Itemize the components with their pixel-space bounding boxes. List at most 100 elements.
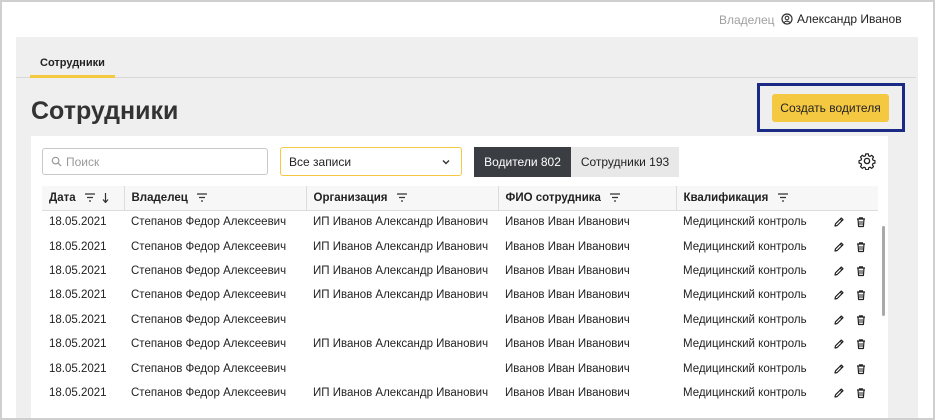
filter-icon[interactable]: [396, 193, 407, 202]
user-menu[interactable]: Александр Иванов: [781, 12, 902, 26]
row-actions: Медицинский контроль: [683, 314, 871, 326]
segment-drivers[interactable]: Водители 802: [474, 147, 571, 177]
cell-qualification: Медицинский контроль: [683, 313, 807, 326]
filter-icon[interactable]: [84, 193, 95, 202]
sort-arrow-icon[interactable]: [102, 192, 109, 203]
cell-date: 18.05.2021: [49, 362, 107, 375]
records-select-value: Все записи: [289, 154, 352, 169]
tab-employees[interactable]: Сотрудники: [30, 53, 115, 78]
cell-employee-name: Иванов Иван Иванович: [505, 216, 630, 229]
cell-employee-name: Иванов Иван Иванович: [505, 313, 630, 326]
cell-organization: ИП Иванов Александр Иванович: [313, 240, 489, 253]
pencil-icon[interactable]: [833, 338, 845, 350]
trash-icon[interactable]: [855, 387, 867, 399]
cell-qualification: Медицинский контроль: [683, 386, 807, 399]
segment-employees[interactable]: Сотрудники 193: [571, 147, 679, 177]
cell-date: 18.05.2021: [49, 216, 107, 229]
table-row[interactable]: 18.05.2021 Степанов Федор Алексеевич ИП …: [42, 332, 878, 356]
column-header-owner[interactable]: Владелец: [124, 186, 307, 211]
pencil-icon[interactable]: [833, 363, 845, 375]
pencil-icon[interactable]: [833, 314, 845, 326]
cell-employee-name: Иванов Иван Иванович: [505, 289, 630, 302]
column-header-organization[interactable]: Организация: [306, 186, 499, 211]
row-actions: Медицинский контроль: [683, 289, 871, 301]
cell-date: 18.05.2021: [49, 240, 107, 253]
cell-owner: Степанов Федор Алексеевич: [131, 362, 287, 375]
cell-qualification: Медицинский контроль: [683, 289, 807, 302]
table-row[interactable]: 18.05.2021 Степанов Федор Алексеевич ИП …: [42, 283, 878, 307]
column-header-date[interactable]: Дата: [42, 186, 125, 211]
table-row[interactable]: 18.05.2021 Степанов Федор Алексеевич Ива…: [42, 308, 878, 332]
create-driver-button[interactable]: Создать водителя: [772, 94, 889, 122]
table-row[interactable]: 18.05.2021 Степанов Федор Алексеевич Ива…: [42, 356, 878, 380]
trash-icon[interactable]: [855, 338, 867, 350]
records-select[interactable]: Все записи: [280, 147, 462, 176]
role-label[interactable]: Владелец: [719, 13, 775, 27]
cell-owner: Степанов Федор Алексеевич: [131, 240, 287, 253]
pencil-icon[interactable]: [833, 265, 845, 277]
cell-qualification: Медицинский контроль: [683, 216, 807, 229]
table-row[interactable]: 18.05.2021 Степанов Федор Алексеевич ИП …: [42, 381, 878, 405]
trash-icon[interactable]: [855, 314, 867, 326]
cell-organization: ИП Иванов Александр Иванович: [313, 386, 489, 399]
column-header-employee-name[interactable]: ФИО сотрудника: [498, 186, 677, 211]
table-row[interactable]: 18.05.2021 Степанов Федор Алексеевич ИП …: [42, 234, 878, 258]
search-box[interactable]: [42, 148, 268, 175]
cell-owner: Степанов Федор Алексеевич: [131, 386, 287, 399]
cell-employee-name: Иванов Иван Иванович: [505, 240, 630, 253]
page-title: Сотрудники: [31, 97, 179, 125]
cell-employee-name: Иванов Иван Иванович: [505, 362, 630, 375]
gear-icon[interactable]: [858, 152, 876, 170]
user-name: Александр Иванов: [797, 12, 902, 26]
cell-organization: ИП Иванов Александр Иванович: [313, 338, 489, 351]
row-actions: Медицинский контроль: [683, 265, 871, 277]
cell-owner: Степанов Федор Алексеевич: [131, 289, 287, 302]
cell-owner: Степанов Федор Алексеевич: [131, 313, 287, 326]
pencil-icon[interactable]: [833, 387, 845, 399]
row-actions: Медицинский контроль: [683, 216, 871, 228]
cell-date: 18.05.2021: [49, 264, 107, 277]
trash-icon[interactable]: [855, 216, 867, 228]
cell-qualification: Медицинский контроль: [683, 338, 807, 351]
cell-owner: Степанов Федор Алексеевич: [131, 338, 287, 351]
table-row[interactable]: 18.05.2021 Степанов Федор Алексеевич ИП …: [42, 210, 878, 234]
pencil-icon[interactable]: [833, 241, 845, 253]
employees-table: Дата Владелец Организация ФИО сотрудника…: [42, 186, 878, 405]
pencil-icon[interactable]: [833, 289, 845, 301]
cell-organization: [306, 308, 498, 332]
trash-icon[interactable]: [855, 265, 867, 277]
cell-qualification: Медицинский контроль: [683, 240, 807, 253]
cell-qualification: Медицинский контроль: [683, 362, 807, 375]
cell-qualification: Медицинский контроль: [683, 264, 807, 277]
row-actions: Медицинский контроль: [683, 387, 871, 399]
row-actions: Медицинский контроль: [683, 338, 871, 350]
filter-icon[interactable]: [197, 193, 208, 202]
filter-icon[interactable]: [610, 193, 621, 202]
scrollbar[interactable]: [882, 226, 885, 316]
filter-icon[interactable]: [777, 193, 788, 202]
cell-employee-name: Иванов Иван Иванович: [505, 264, 630, 277]
cell-owner: Степанов Федор Алексеевич: [131, 264, 287, 277]
cell-organization: ИП Иванов Александр Иванович: [313, 264, 489, 277]
chevron-down-icon: [442, 159, 450, 164]
cell-organization: ИП Иванов Александр Иванович: [313, 216, 489, 229]
tab-bar: Сотрудники: [16, 50, 916, 78]
column-header-qualification[interactable]: Квалификация: [676, 186, 878, 211]
cell-date: 18.05.2021: [49, 313, 107, 326]
trash-icon[interactable]: [855, 363, 867, 375]
pencil-icon[interactable]: [833, 216, 845, 228]
user-location-icon: [781, 13, 793, 25]
search-input[interactable]: [66, 154, 256, 169]
table-body: 18.05.2021 Степанов Федор Алексеевич ИП …: [42, 210, 878, 405]
trash-icon[interactable]: [855, 241, 867, 253]
search-icon: [51, 156, 62, 167]
cell-date: 18.05.2021: [49, 386, 107, 399]
trash-icon[interactable]: [855, 289, 867, 301]
row-actions: Медицинский контроль: [683, 363, 871, 375]
cell-organization: [306, 356, 498, 380]
table-header-row: Дата Владелец Организация ФИО сотрудника…: [42, 186, 878, 211]
cell-date: 18.05.2021: [49, 289, 107, 302]
table-row[interactable]: 18.05.2021 Степанов Федор Алексеевич ИП …: [42, 259, 878, 283]
cell-employee-name: Иванов Иван Иванович: [505, 338, 630, 351]
cell-owner: Степанов Федор Алексеевич: [131, 216, 287, 229]
